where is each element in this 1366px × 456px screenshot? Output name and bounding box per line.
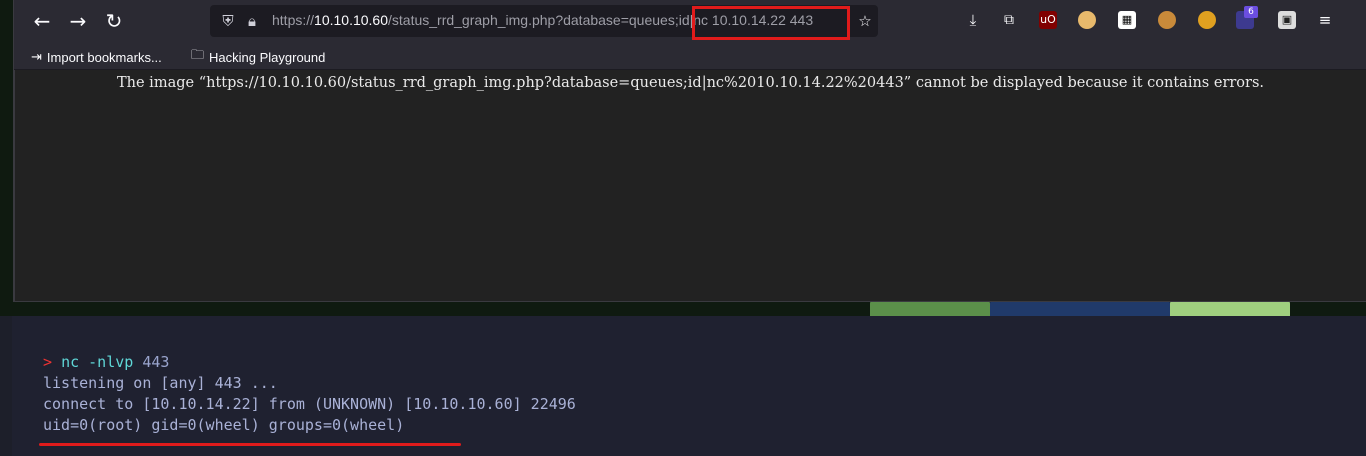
browser-toolbar: ← → ↻ ⛨ 🔒︎ https://10.10.10.60/status_rr… — [14, 0, 1366, 42]
terminal-window: > nc -nlvp 443 listening on [any] 443 ..… — [12, 316, 1366, 456]
url-host: 10.10.10.60 — [314, 12, 388, 28]
browser-window: ← → ↻ ⛨ 🔒︎ https://10.10.10.60/status_rr… — [13, 0, 1366, 302]
forward-button[interactable]: → — [64, 8, 92, 34]
download-icon[interactable]: ⤓ — [964, 11, 982, 29]
menu-icon[interactable]: ≡ — [1316, 11, 1334, 29]
image-error-message: The image “https://10.10.10.60/status_rr… — [116, 75, 1265, 91]
bookmarks-toolbar: ⇥ Import bookmarks... 🗀 Hacking Playgrou… — [14, 42, 1366, 70]
lock-warning-icon[interactable]: 🔒︎ — [242, 11, 262, 31]
arrow-right-icon: → — [69, 9, 87, 33]
arrow-left-icon: ← — [33, 9, 51, 33]
shield-icon[interactable]: ⛨ — [218, 11, 238, 31]
bookmark-folder-hacking-playground[interactable]: 🗀 Hacking Playground — [191, 47, 326, 66]
back-button[interactable]: ← — [28, 8, 56, 34]
command-port: 443 — [142, 353, 170, 371]
container-extension-icon[interactable]: ▣ — [1278, 11, 1296, 29]
star-bookmark-icon[interactable]: ☆ — [855, 11, 875, 31]
reload-button[interactable]: ↻ — [100, 8, 128, 34]
cookie-editor-icon[interactable] — [1198, 11, 1216, 29]
extensions-icon[interactable]: ⧉ — [1000, 11, 1018, 29]
qr-code-icon[interactable]: ▦ — [1118, 11, 1136, 29]
extension-badge: 6 — [1244, 6, 1258, 18]
command-flags: -nlvp — [88, 353, 134, 371]
cookie-icon[interactable] — [1158, 11, 1176, 29]
terminal-command-line: > nc -nlvp 443 — [43, 353, 169, 371]
ublock-label: uO — [1040, 13, 1056, 26]
terminal-output-line: uid=0(root) gid=0(wheel) groups=0(wheel) — [43, 416, 405, 434]
page-content: The image “https://10.10.10.60/status_rr… — [14, 70, 1366, 302]
command-name: nc — [61, 353, 80, 371]
terminal-output-line: listening on [any] 443 ... — [43, 374, 278, 392]
output-underline-annotation — [39, 443, 461, 446]
bookmark-import[interactable]: ⇥ Import bookmarks... — [31, 48, 162, 66]
terminal-output-line: connect to [10.10.14.22] from (UNKNOWN) … — [43, 395, 576, 413]
import-icon: ⇥ — [31, 49, 42, 64]
reload-icon: ↻ — [105, 9, 123, 33]
url-injection-highlight — [692, 6, 850, 40]
prompt-symbol: > — [43, 353, 53, 371]
ublock-icon[interactable]: uO — [1039, 11, 1057, 29]
folder-icon: 🗀 — [191, 47, 205, 62]
bookmark-label: Hacking Playground — [209, 49, 326, 65]
bookmark-label: Import bookmarks... — [46, 49, 162, 65]
url-scheme: https:// — [272, 12, 315, 28]
owl-extension-icon[interactable] — [1078, 11, 1096, 29]
